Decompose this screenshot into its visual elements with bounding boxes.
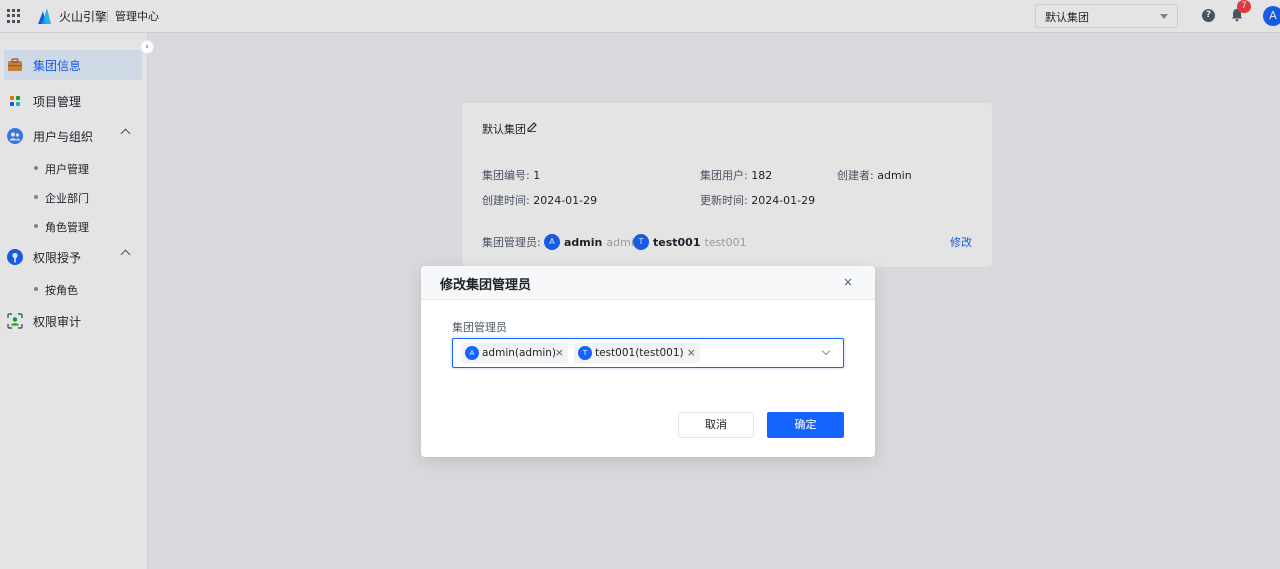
admins-field-label: 集团管理员 [452, 321, 507, 334]
selected-admin-tag: T test001(test001) × [574, 343, 700, 363]
selected-admin-tag: A admin(admin) × [461, 343, 568, 363]
cancel-button[interactable]: 取消 [678, 412, 754, 438]
avatar: A [465, 346, 479, 360]
chevron-down-icon[interactable] [821, 346, 831, 356]
admins-multi-select[interactable]: A admin(admin) × T test001(test001) × [452, 338, 844, 368]
edit-admins-dialog: 修改集团管理员 × 集团管理员 A admin(admin) × T test0… [421, 266, 875, 457]
dialog-header: 修改集团管理员 × [421, 266, 875, 300]
tag-remove-icon[interactable]: × [555, 346, 564, 359]
sidebar-collapse-button[interactable]: ‹ [140, 40, 154, 54]
close-icon[interactable]: × [842, 276, 854, 288]
dialog-title: 修改集团管理员 [440, 278, 532, 293]
tag-remove-icon[interactable]: × [687, 346, 696, 359]
tag-label: test001(test001) [595, 347, 684, 359]
avatar: T [578, 346, 592, 360]
confirm-button[interactable]: 确定 [767, 412, 844, 438]
tag-label: admin(admin) [482, 347, 556, 359]
